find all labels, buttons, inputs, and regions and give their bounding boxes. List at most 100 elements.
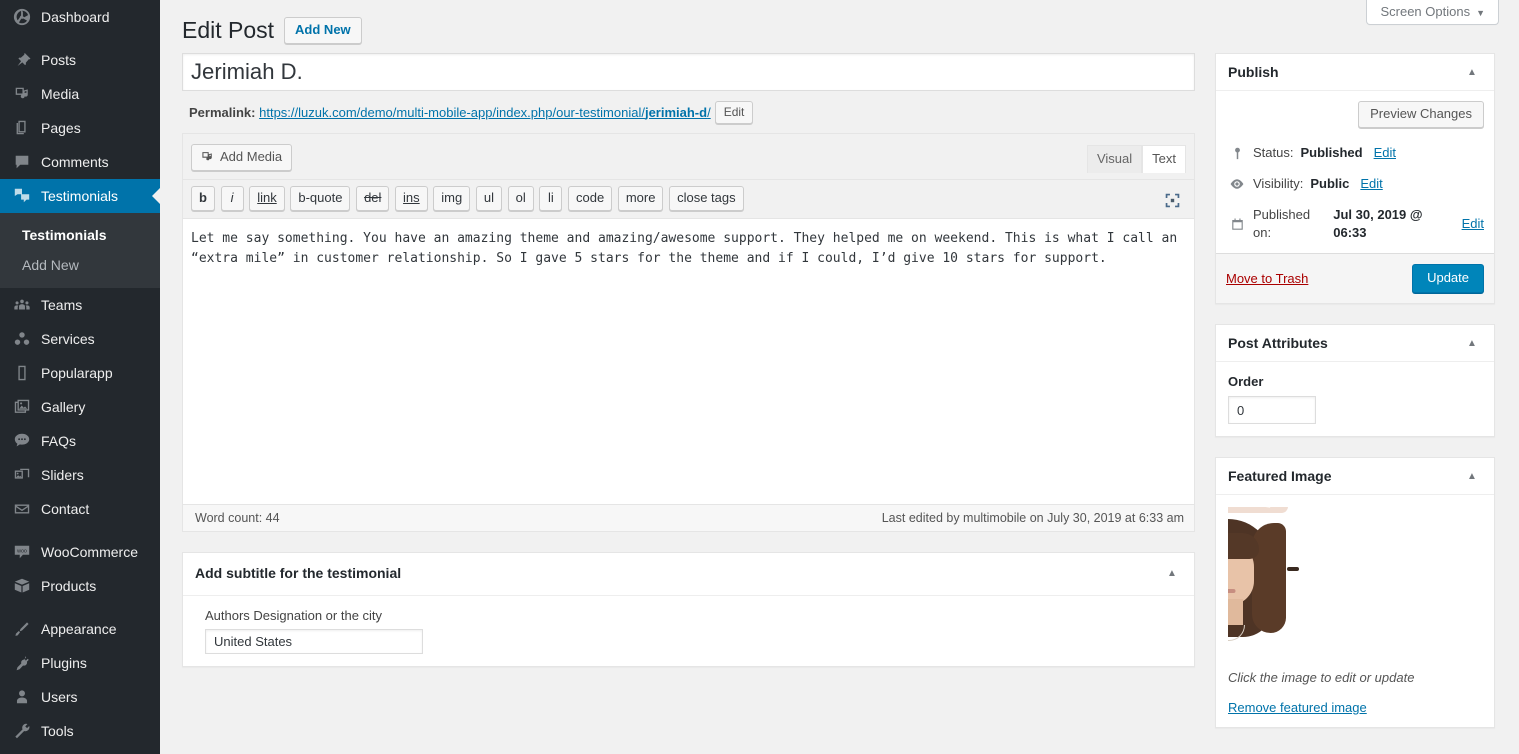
quicktag-link[interactable]: link	[249, 186, 285, 211]
word-count: Word count: 44	[195, 511, 280, 525]
subtitle-input[interactable]	[205, 628, 423, 654]
post-editor: Add Media Visual Text b i link b-quote d…	[182, 133, 1195, 532]
editor-tools: Add Media Visual Text	[183, 134, 1194, 180]
fullscreen-icon[interactable]	[1160, 188, 1184, 212]
move-to-trash-link[interactable]: Move to Trash	[1226, 271, 1308, 286]
woocommerce-icon: woo	[12, 542, 32, 562]
sidebar-item-appearance[interactable]: Appearance	[0, 612, 160, 646]
gallery-icon	[12, 397, 32, 417]
sidebar-item-tools[interactable]: Tools	[0, 714, 160, 748]
sidebar-item-popularapp[interactable]: Popularapp	[0, 356, 160, 390]
tools-icon	[12, 721, 32, 741]
email-icon	[12, 499, 32, 519]
sidebar-item-teams[interactable]: Teams	[0, 288, 160, 322]
submenu-item-testimonials[interactable]: Testimonials	[0, 220, 160, 250]
sidebar-item-label: FAQs	[41, 433, 77, 449]
add-media-button[interactable]: Add Media	[191, 144, 293, 171]
collapse-toggle-icon[interactable]: ▲	[1462, 338, 1482, 349]
collapse-toggle-icon[interactable]: ▲	[1162, 567, 1182, 581]
featured-image-thumbnail[interactable]	[1228, 507, 1378, 657]
quicktag-more[interactable]: more	[617, 186, 664, 211]
quicktag-del[interactable]: del	[356, 186, 390, 211]
last-edited: Last edited by multimobile on July 30, 2…	[881, 511, 1184, 525]
sidebar-item-label: Products	[41, 578, 97, 594]
faq-icon	[12, 431, 32, 451]
quicktag-li[interactable]: li	[539, 186, 563, 211]
sidebar-item-contact[interactable]: Contact	[0, 492, 160, 526]
screen-meta-links: Screen Options ▼	[1366, 0, 1499, 25]
status-row: Status: Published Edit	[1226, 138, 1484, 169]
quicktag-i[interactable]: i	[220, 186, 244, 211]
add-new-button[interactable]: Add New	[284, 16, 362, 44]
collapse-toggle-icon[interactable]: ▲	[1462, 471, 1482, 482]
sidebar-item-media[interactable]: Media	[0, 77, 160, 111]
subtitle-metabox-body: Authors Designation or the city	[183, 596, 1194, 666]
sidebar-item-users[interactable]: Users	[0, 680, 160, 714]
quicktag-ol[interactable]: ol	[507, 186, 534, 211]
sidebar-item-pages[interactable]: Pages	[0, 111, 160, 145]
featured-image-hint: Click the image to edit or update	[1228, 670, 1415, 685]
chevron-down-icon: ▼	[1476, 8, 1485, 18]
quicktag-img[interactable]: img	[433, 186, 471, 211]
main-content: Screen Options ▼ Edit Post Add New Permal…	[160, 0, 1519, 754]
published-on-row: Published on: Jul 30, 2019 @ 06:33 Edit	[1226, 200, 1484, 249]
subtitle-metabox-title: Add subtitle for the testimonial	[195, 565, 402, 581]
sidebar-item-label: WooCommerce	[41, 544, 138, 560]
sidebar-item-products[interactable]: Products	[0, 569, 160, 603]
visibility-edit-link[interactable]: Edit	[1360, 175, 1382, 193]
quicktag-b-quote[interactable]: b-quote	[290, 186, 351, 211]
featured-image-header[interactable]: Featured Image ▲	[1216, 458, 1494, 495]
publish-metabox-header[interactable]: Publish ▲	[1216, 54, 1494, 91]
quicktag-code[interactable]: code	[568, 186, 613, 211]
collapse-toggle-icon[interactable]: ▲	[1462, 67, 1482, 78]
remove-featured-image-link[interactable]: Remove featured image	[1228, 700, 1367, 715]
edit-permalink-button[interactable]: Edit	[714, 101, 754, 124]
testimonials-icon	[12, 186, 32, 206]
post-title-input[interactable]	[182, 53, 1195, 91]
sidebar-item-label: Media	[41, 86, 80, 102]
post-attributes-header[interactable]: Post Attributes ▲	[1216, 325, 1494, 362]
editor-mode-tabs: Visual Text	[1086, 144, 1186, 173]
update-button[interactable]: Update	[1412, 264, 1484, 293]
quicktag-ul[interactable]: ul	[475, 186, 502, 211]
minor-publishing: Preview Changes Status: Published Edit V…	[1216, 91, 1494, 249]
subtitle-metabox-header[interactable]: Add subtitle for the testimonial ▲	[183, 553, 1194, 596]
sidebar-item-woocommerce[interactable]: woo WooCommerce	[0, 535, 160, 569]
sidebar-item-label: Contact	[41, 501, 90, 517]
sidebar-item-gallery[interactable]: Gallery	[0, 390, 160, 424]
sidebar-item-faqs[interactable]: FAQs	[0, 424, 160, 458]
sidebar-item-dashboard[interactable]: Dashboard	[0, 0, 160, 34]
users-icon	[12, 687, 32, 707]
sidebar-item-services[interactable]: Services	[0, 322, 160, 356]
tab-text[interactable]: Text	[1142, 145, 1186, 173]
permalink-link[interactable]: https://luzuk.com/demo/multi-mobile-app/…	[259, 105, 711, 120]
sidebar-item-plugins[interactable]: Plugins	[0, 646, 160, 680]
post-content-textarea[interactable]: Let me say something. You have an amazin…	[183, 219, 1194, 504]
sidebar-item-sliders[interactable]: Sliders	[0, 458, 160, 492]
quicktag-ins[interactable]: ins	[395, 186, 428, 211]
status-edit-link[interactable]: Edit	[1374, 144, 1396, 162]
publish-metabox-title: Publish	[1228, 64, 1279, 80]
visibility-row: Visibility: Public Edit	[1226, 169, 1484, 200]
quicktag-close-tags[interactable]: close tags	[669, 186, 744, 211]
screen-options-button[interactable]: Screen Options ▼	[1366, 0, 1499, 25]
published-on-edit-link[interactable]: Edit	[1462, 215, 1484, 233]
tab-visual[interactable]: Visual	[1086, 145, 1143, 173]
published-on-value: Jul 30, 2019 @ 06:33	[1333, 207, 1423, 240]
sliders-icon	[12, 465, 32, 485]
order-input[interactable]	[1228, 396, 1316, 424]
sidebar-item-label: Testimonials	[41, 188, 119, 204]
svg-text:woo: woo	[16, 548, 27, 554]
submenu-item-add-new[interactable]: Add New	[0, 250, 160, 280]
preview-changes-button[interactable]: Preview Changes	[1358, 101, 1484, 128]
services-icon	[12, 329, 32, 349]
page-header: Edit Post Add New	[182, 0, 1499, 53]
sidebar-item-comments[interactable]: Comments	[0, 145, 160, 179]
sidebar-item-label: Plugins	[41, 655, 87, 671]
subtitle-metabox: Add subtitle for the testimonial ▲ Autho…	[182, 552, 1195, 667]
quicktag-b[interactable]: b	[191, 186, 215, 211]
sidebar-item-testimonials[interactable]: Testimonials	[0, 179, 160, 213]
sidebar-item-posts[interactable]: Posts	[0, 43, 160, 77]
dashboard-icon	[12, 7, 32, 27]
permalink-label: Permalink:	[189, 105, 256, 120]
